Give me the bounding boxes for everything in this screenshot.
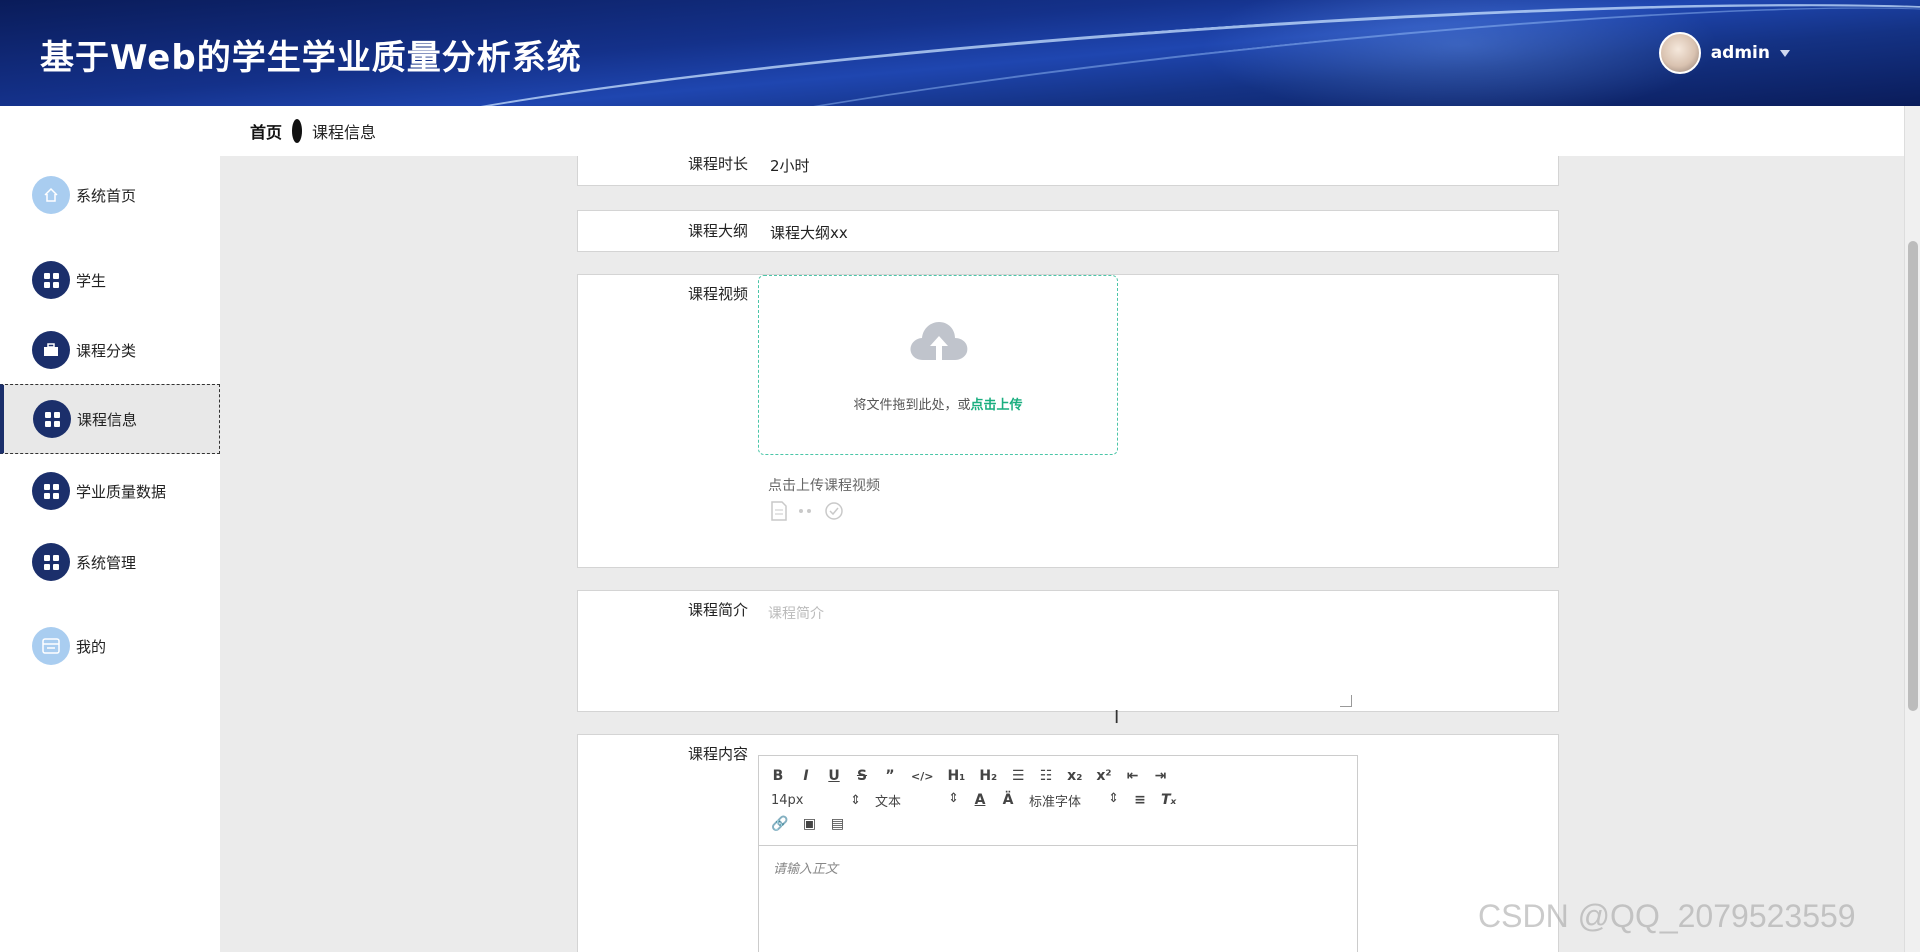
file-icon [771, 501, 787, 521]
grid-icon [32, 472, 70, 510]
strike-button[interactable]: S [855, 768, 869, 784]
sidebar-item-label: 系统管理 [76, 553, 137, 572]
quote-button[interactable]: ” [883, 768, 897, 784]
sidebar-item-label: 课程信息 [77, 410, 138, 429]
form-row-intro: 课程简介 课程简介 [577, 590, 1559, 712]
form-row-video: 课程视频 将文件拖到此处，或点击上传 点击上传课程视频 [577, 274, 1559, 568]
content-label: 课程内容 [687, 745, 748, 763]
form-row-duration: 课程时长 2小时 [577, 156, 1559, 186]
syllabus-input[interactable]: 课程大纲xx [770, 222, 848, 243]
sidebar-item-mine[interactable]: 我的 [0, 611, 220, 681]
sidebar-item-label: 我的 [76, 637, 107, 656]
italic-button[interactable]: I [799, 768, 813, 784]
sidebar-item-label: 学业质量数据 [76, 482, 167, 501]
sidebar-item-students[interactable]: 学生 [0, 245, 220, 315]
intro-label: 课程简介 [687, 601, 748, 619]
cloud-upload-icon [910, 322, 968, 360]
sidebar-item-course-info[interactable]: 课程信息 [0, 384, 220, 454]
caret-down-icon[interactable] [1780, 49, 1790, 57]
briefcase-icon [32, 331, 70, 369]
scrollbar-thumb[interactable] [1908, 241, 1918, 711]
page-scrollbar[interactable] [1904, 106, 1920, 952]
subscript-button[interactable]: x₂ [1067, 768, 1082, 784]
text-type-select[interactable]: 文本 ⇕ [875, 791, 959, 810]
rich-text-editor: B I U S ” </> H₁ H₂ ☰ ☷ x₂ x² ⇤ ⇥ 14px⇕ [758, 755, 1358, 952]
editor-toolbar: B I U S ” </> H₁ H₂ ☰ ☷ x₂ x² ⇤ ⇥ 14px⇕ [759, 756, 1357, 846]
check-circle-icon [825, 502, 843, 520]
username[interactable]: admin [1711, 43, 1770, 63]
sidebar-item-label: 学生 [76, 271, 107, 290]
avatar[interactable] [1658, 32, 1701, 74]
header-banner: 基于Web的学生学业质量分析系统 admin [0, 0, 1920, 106]
sidebar: 系统首页 学生 课程分类 课程信息 学业质量数据 系统管理 我的 [0, 106, 220, 952]
duration-input[interactable]: 2小时 [770, 156, 810, 176]
upload-dropzone[interactable]: 将文件拖到此处，或点击上传 [758, 275, 1118, 455]
align-icon[interactable]: ≡ [1133, 792, 1147, 808]
sidebar-item-label: 课程分类 [76, 341, 137, 360]
outdent-icon[interactable]: ⇤ [1126, 768, 1140, 784]
breadcrumb-current: 课程信息 [312, 123, 377, 142]
resize-handle-icon[interactable] [1340, 695, 1352, 707]
intro-textarea[interactable]: 课程简介 [758, 591, 1358, 709]
upload-hint: 点击上传课程视频 [768, 478, 880, 494]
indent-icon[interactable]: ⇥ [1154, 768, 1168, 784]
sidebar-item-course-category[interactable]: 课程分类 [0, 315, 220, 385]
breadcrumb-separator-icon [292, 119, 303, 143]
video-label: 课程视频 [687, 285, 748, 303]
code-button[interactable]: </> [911, 770, 933, 783]
form-row-content: 课程内容 B I U S ” </> H₁ H₂ ☰ ☷ x₂ x² ⇤ ⇥ 1… [577, 734, 1559, 952]
upload-file-status [770, 501, 844, 521]
h1-button[interactable]: H₁ [947, 768, 965, 784]
grid-icon [32, 543, 70, 581]
main-form: 课程时长 2小时 课程大纲 课程大纲xx 课程视频 将文件拖到此处，或点击上传 … [220, 156, 1904, 952]
superscript-button[interactable]: x² [1096, 768, 1111, 784]
user-menu[interactable]: admin [1658, 32, 1790, 74]
sidebar-item-home[interactable]: 系统首页 [0, 160, 220, 230]
home-icon [32, 176, 70, 214]
sidebar-item-system-management[interactable]: 系统管理 [0, 527, 220, 597]
font-color-button[interactable]: A [973, 792, 987, 808]
breadcrumb-home[interactable]: 首页 [250, 119, 282, 143]
clear-format-button[interactable]: Tₓ [1161, 792, 1176, 808]
font-family-select[interactable]: 标准字体 ⇕ [1029, 791, 1119, 810]
background-color-button[interactable]: Ä [1001, 792, 1015, 808]
bold-button[interactable]: B [771, 768, 785, 784]
grid-icon [32, 261, 70, 299]
image-icon[interactable]: ▣ [802, 816, 816, 832]
editor-body[interactable]: 请输入正文 [759, 846, 1357, 889]
sidebar-item-academic-data[interactable]: 学业质量数据 [0, 456, 220, 526]
underline-button[interactable]: U [827, 768, 841, 784]
font-size-select[interactable]: 14px ⇕ [771, 793, 861, 808]
link-icon[interactable]: 🔗 [771, 816, 788, 832]
profile-card-icon [32, 627, 70, 665]
upload-link[interactable]: 点击上传 [971, 398, 1023, 413]
text-cursor-icon: Ι [1114, 707, 1120, 728]
sidebar-item-label: 系统首页 [76, 186, 137, 205]
ordered-list-icon[interactable]: ☰ [1011, 768, 1025, 784]
watermark: CSDN @QQ_2079523559 [1478, 898, 1856, 934]
grid-icon [33, 400, 71, 438]
form-row-syllabus: 课程大纲 课程大纲xx [577, 210, 1559, 252]
video-icon[interactable]: ▤ [830, 816, 844, 832]
upload-text: 将文件拖到此处，或点击上传 [853, 398, 1023, 413]
bullet-list-icon[interactable]: ☷ [1039, 768, 1053, 784]
h2-button[interactable]: H₂ [979, 768, 997, 784]
ellipsis-icon [799, 509, 811, 513]
breadcrumb: 首页 课程信息 [220, 106, 1904, 156]
duration-label: 课程时长 [687, 156, 748, 173]
app-title: 基于Web的学生学业质量分析系统 [40, 38, 582, 78]
syllabus-label: 课程大纲 [687, 222, 748, 240]
